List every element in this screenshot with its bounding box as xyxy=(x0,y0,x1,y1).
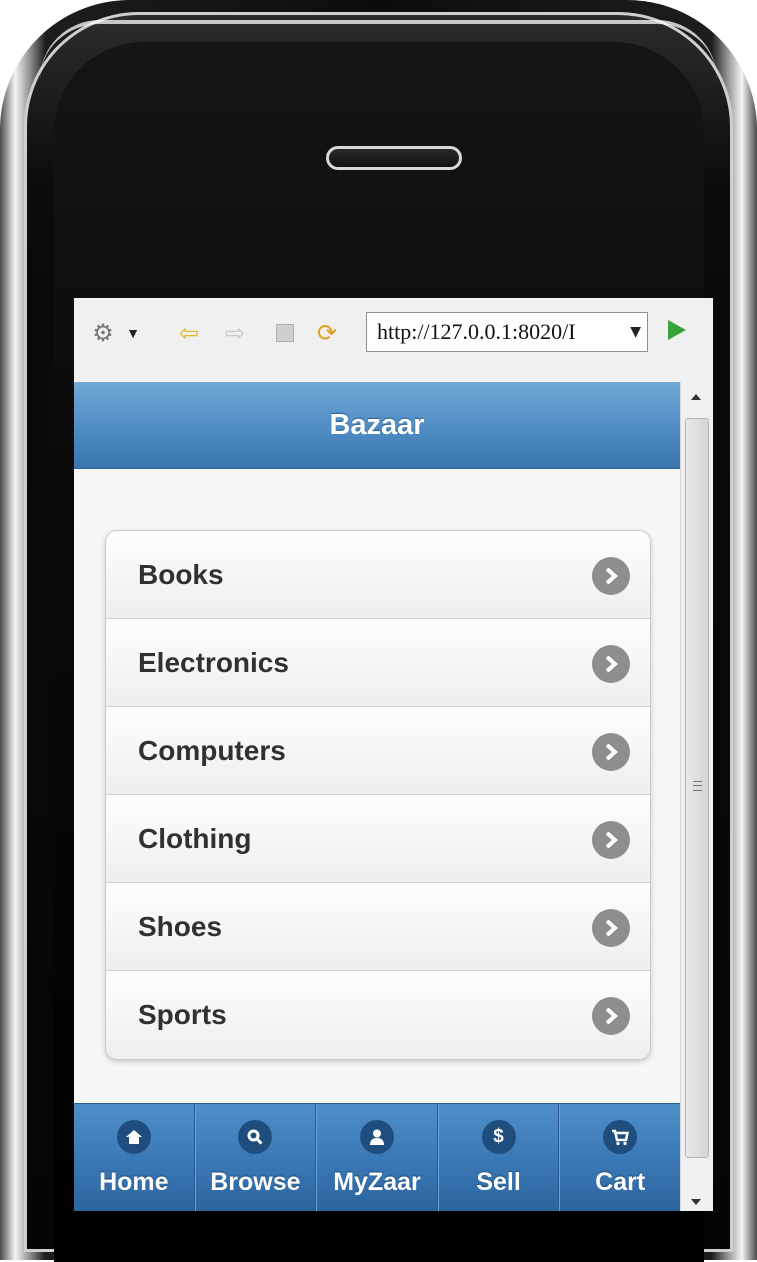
phone-glare xyxy=(40,20,717,80)
category-list: Books Electronics Computers Clothing Sho… xyxy=(105,530,651,1060)
list-item-label: Books xyxy=(138,559,224,590)
refresh-icon[interactable]: ⟳ xyxy=(312,318,342,348)
scroll-down-icon[interactable] xyxy=(691,1199,701,1205)
home-icon xyxy=(116,1120,151,1154)
nav-myzaar-button[interactable]: MyZaar xyxy=(316,1104,438,1211)
list-item-shoes[interactable]: Shoes xyxy=(106,883,650,971)
page-title: Bazaar xyxy=(74,382,680,469)
forward-icon[interactable]: ⇨ xyxy=(220,318,250,348)
vertical-scrollbar[interactable] xyxy=(680,382,713,1211)
cart-icon xyxy=(603,1120,638,1154)
list-item-clothing[interactable]: Clothing xyxy=(106,795,650,883)
page: Bazaar Books Electronics Computers Cloth… xyxy=(74,382,680,1211)
chevron-right-icon xyxy=(592,645,630,683)
go-icon[interactable] xyxy=(668,320,686,340)
nav-sell-button[interactable]: $ Sell xyxy=(437,1104,560,1211)
chevron-right-icon xyxy=(592,557,630,595)
nav-label: Sell xyxy=(476,1168,521,1196)
nav-cart-button[interactable]: Cart xyxy=(559,1104,680,1211)
url-text: http://127.0.0.1:8020/I xyxy=(377,319,576,344)
list-item-electronics[interactable]: Electronics xyxy=(106,619,650,707)
chevron-right-icon xyxy=(592,733,630,771)
list-item-label: Clothing xyxy=(138,823,252,854)
nav-label: Home xyxy=(99,1168,169,1196)
bottom-navbar: Home Browse MyZaar $ Sell Cart xyxy=(74,1103,680,1211)
nav-label: Cart xyxy=(595,1168,646,1196)
nav-home-button[interactable]: Home xyxy=(74,1104,195,1211)
browser-toolbar: ⚙ ▼ ⇦ ⇨ ⟳ http://127.0.0.1:8020/I ▼ xyxy=(74,298,713,383)
user-icon xyxy=(359,1120,394,1154)
list-item-label: Sports xyxy=(138,999,227,1030)
list-item-label: Computers xyxy=(138,735,286,766)
chevron-right-icon xyxy=(592,997,630,1035)
phone-speaker xyxy=(326,146,462,170)
chevron-right-icon xyxy=(592,821,630,859)
url-dropdown-icon[interactable]: ▼ xyxy=(630,313,641,351)
scrollbar-thumb[interactable] xyxy=(685,418,709,1158)
back-icon[interactable]: ⇦ xyxy=(174,318,204,348)
dropdown-icon[interactable]: ▼ xyxy=(118,318,148,348)
grip-icon xyxy=(693,781,702,791)
list-item-sports[interactable]: Sports xyxy=(106,971,650,1059)
list-item-label: Electronics xyxy=(138,647,289,678)
list-item-books[interactable]: Books xyxy=(106,531,650,619)
nav-browse-button[interactable]: Browse xyxy=(194,1104,317,1211)
gear-icon[interactable]: ⚙ xyxy=(88,318,118,348)
screen: ⚙ ▼ ⇦ ⇨ ⟳ http://127.0.0.1:8020/I ▼ Baza… xyxy=(74,298,713,1211)
list-item-label: Shoes xyxy=(138,911,223,942)
url-input[interactable]: http://127.0.0.1:8020/I ▼ xyxy=(366,312,648,352)
list-item-computers[interactable]: Computers xyxy=(106,707,650,795)
stop-icon[interactable] xyxy=(270,318,300,348)
chevron-right-icon xyxy=(592,909,630,947)
scroll-up-icon[interactable] xyxy=(691,394,701,400)
dollar-icon: $ xyxy=(481,1120,516,1154)
search-icon xyxy=(238,1120,273,1154)
nav-label: Browse xyxy=(210,1168,301,1196)
nav-label: MyZaar xyxy=(333,1168,421,1196)
